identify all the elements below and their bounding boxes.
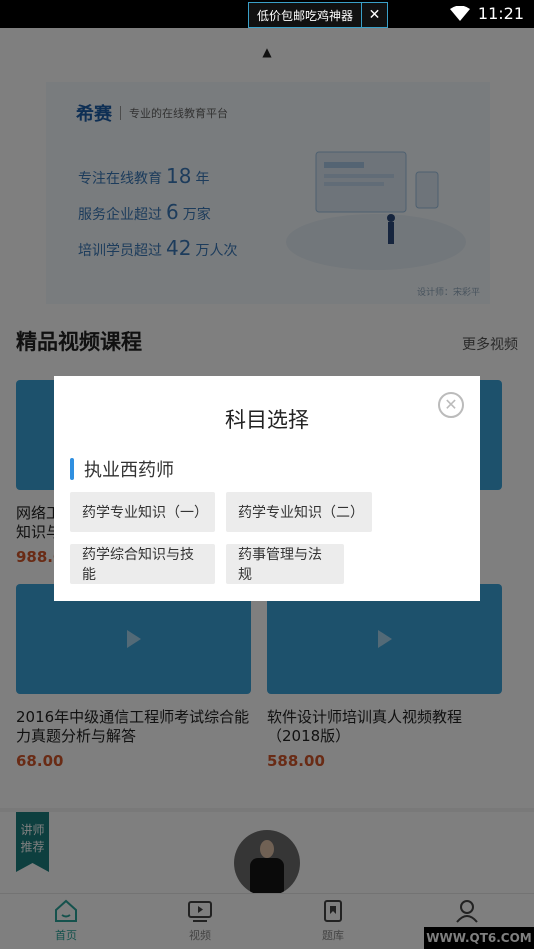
subject-option[interactable]: 药事管理与法规: [226, 544, 344, 584]
category-name: 执业西药师: [84, 460, 174, 481]
subject-select-dialog: 科目选择 ✕ 执业西药师 药学专业知识（一） 药学专业知识（二） 药学综合知识与…: [54, 376, 480, 601]
ad-close-icon[interactable]: ✕: [361, 3, 387, 27]
dialog-title: 科目选择: [225, 408, 309, 432]
subject-option[interactable]: 药学专业知识（一）: [70, 492, 215, 532]
status-bar: 低价包邮吃鸡神器 ✕ 11:21: [0, 0, 534, 28]
ad-text: 低价包邮吃鸡神器: [257, 8, 354, 23]
close-icon[interactable]: ✕: [438, 392, 464, 418]
category-accent-bar: [70, 458, 74, 480]
status-right: 11:21: [449, 4, 524, 23]
category-header: 执业西药师: [70, 456, 174, 482]
subject-option[interactable]: 药学专业知识（二）: [226, 492, 372, 532]
subject-option[interactable]: 药学综合知识与技能: [70, 544, 215, 584]
clock: 11:21: [477, 4, 524, 23]
wifi-icon: [449, 5, 470, 21]
ad-notification[interactable]: 低价包邮吃鸡神器 ✕: [248, 2, 389, 28]
